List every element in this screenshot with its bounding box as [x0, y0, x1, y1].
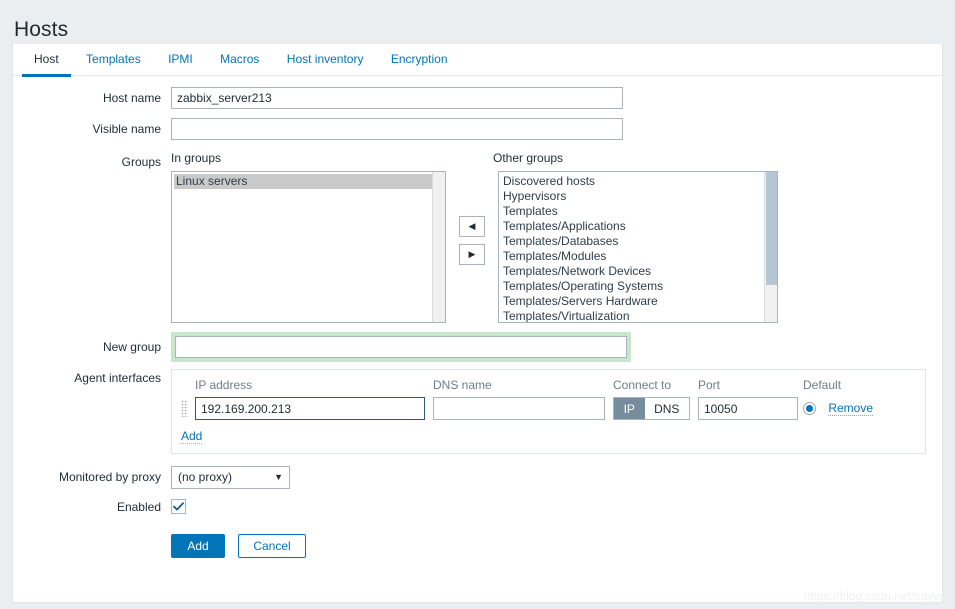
agent-interface-row: IP DNS Remove	[181, 397, 916, 420]
host-form-card: Host Templates IPMI Macros Host inventor…	[12, 44, 943, 603]
add-interface-link[interactable]: Add	[181, 429, 203, 444]
in-groups-scrollbar[interactable]	[432, 172, 445, 322]
other-groups-option[interactable]: Templates/Servers Hardware	[501, 294, 764, 309]
agent-interfaces-row: Agent interfaces IP address DNS name Con…	[13, 369, 942, 454]
groups-column-headers: In groups Other groups	[171, 151, 942, 165]
default-interface-radio[interactable]	[803, 402, 816, 416]
other-groups-scrollbar-thumb[interactable]	[766, 172, 777, 285]
enabled-checkbox[interactable]	[171, 499, 186, 514]
connect-to-dns-button[interactable]: DNS	[644, 398, 689, 419]
groups-label: Groups	[121, 155, 161, 169]
host-name-input[interactable]	[171, 87, 623, 109]
in-groups-listbox[interactable]: Linux servers	[171, 171, 446, 323]
other-groups-listbox[interactable]: Discovered hosts Hypervisors Templates Temp…	[498, 171, 778, 323]
other-groups-option[interactable]: Hypervisors	[501, 189, 764, 204]
visible-name-label: Visible name	[92, 122, 161, 136]
tab-bar: Host Templates IPMI Macros Host inventor…	[13, 44, 942, 77]
groups-dual-list: Linux servers ◀ ▶ Discovered hosts Hyper…	[171, 171, 942, 323]
chevron-down-icon: ▼	[274, 472, 283, 482]
column-header-port: Port	[698, 378, 721, 392]
new-group-label: New group	[102, 340, 161, 354]
agent-interfaces-label: Agent interfaces	[74, 371, 161, 385]
enabled-row: Enabled	[13, 499, 942, 515]
form-actions-row: Add Cancel	[13, 534, 942, 558]
drag-handle-icon[interactable]	[181, 400, 195, 417]
other-groups-option[interactable]: Discovered hosts	[501, 174, 764, 189]
watermark: https://blog.csdn.net/sayyy	[803, 589, 945, 603]
in-groups-header: In groups	[171, 151, 222, 165]
agent-interfaces-header: IP address DNS name Connect to Port Defa…	[181, 378, 916, 392]
enabled-label: Enabled	[116, 500, 161, 514]
other-groups-scrollbar[interactable]	[764, 172, 777, 322]
connect-to-ip-button[interactable]: IP	[614, 398, 645, 419]
column-header-ip: IP address	[195, 378, 253, 392]
other-groups-option[interactable]: Templates/Network Devices	[501, 264, 764, 279]
triangle-left-icon[interactable]: ◀	[459, 216, 485, 237]
interface-ip-input[interactable]	[195, 397, 425, 420]
group-transfer-buttons: ◀ ▶	[446, 171, 498, 272]
in-groups-option[interactable]: Linux servers	[174, 174, 432, 189]
new-group-row: New group	[13, 332, 942, 362]
agent-interfaces-panel: IP address DNS name Connect to Port Defa…	[171, 369, 926, 454]
tab-macros[interactable]: Macros	[208, 45, 271, 74]
page-title: Hosts	[14, 18, 69, 42]
add-button[interactable]: Add	[171, 534, 225, 558]
tab-host-inventory[interactable]: Host inventory	[275, 45, 376, 74]
connect-to-toggle: IP DNS	[613, 397, 690, 420]
monitored-by-proxy-label: Monitored by proxy	[58, 470, 161, 484]
check-icon	[173, 502, 184, 511]
new-group-input[interactable]	[175, 336, 627, 358]
cancel-button[interactable]: Cancel	[238, 534, 306, 558]
tab-host[interactable]: Host	[22, 45, 71, 77]
other-groups-header: Other groups	[493, 151, 564, 165]
other-groups-option[interactable]: Templates/Operating Systems	[501, 279, 764, 294]
visible-name-input[interactable]	[171, 118, 623, 140]
monitored-by-proxy-row: Monitored by proxy (no proxy) ▼	[13, 466, 942, 489]
host-name-row: Host name	[13, 87, 942, 109]
remove-interface-link[interactable]: Remove	[828, 401, 874, 416]
host-form: Host name Visible name Groups In groups	[13, 76, 942, 558]
triangle-right-icon[interactable]: ▶	[459, 244, 485, 265]
tab-encryption[interactable]: Encryption	[379, 45, 460, 74]
visible-name-row: Visible name	[13, 118, 942, 140]
interface-port-input[interactable]	[698, 397, 798, 420]
monitored-by-proxy-select[interactable]: (no proxy) ▼	[171, 466, 290, 489]
hosts-configuration-page: Hosts Host Templates IPMI Macros Host in…	[0, 0, 955, 609]
column-header-connect-to: Connect to	[613, 378, 672, 392]
tab-templates[interactable]: Templates	[74, 45, 153, 74]
other-groups-option[interactable]: Templates/Modules	[501, 249, 764, 264]
interface-dns-input[interactable]	[433, 397, 605, 420]
tab-ipmi[interactable]: IPMI	[156, 45, 205, 74]
other-groups-option[interactable]: Templates	[501, 204, 764, 219]
column-header-default: Default	[803, 378, 842, 392]
other-groups-option[interactable]: Templates/Databases	[501, 234, 764, 249]
other-groups-option[interactable]: Templates/Applications	[501, 219, 764, 234]
groups-row: Groups In groups Other groups Linux serv…	[13, 151, 942, 323]
monitored-by-proxy-value: (no proxy)	[178, 470, 233, 484]
new-group-focus-ring	[171, 332, 631, 362]
other-groups-option[interactable]: Templates/Virtualization	[501, 309, 764, 322]
column-header-dns: DNS name	[433, 378, 492, 392]
host-name-label: Host name	[102, 91, 161, 105]
